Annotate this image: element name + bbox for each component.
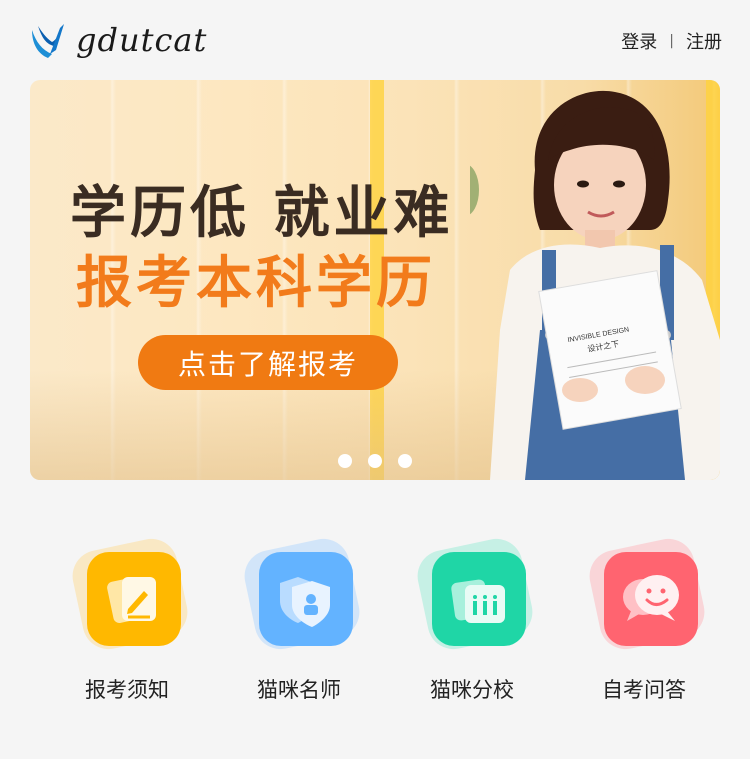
logo-text: gdutcat [76,21,208,59]
banner-slogan-primary: 学历低 就业难 [70,181,454,246]
carousel-dot[interactable] [368,454,382,468]
carousel-dot[interactable] [398,454,412,468]
feature-qa[interactable]: 自考问答 [574,534,714,710]
logo-mark-icon [32,24,64,58]
feature-exam-notice[interactable]: 报考须知 [57,534,197,710]
learn-more-button[interactable]: 点击了解报考 [138,335,398,390]
shield-user-icon [259,552,353,646]
feature-label: 猫咪分校 [430,678,514,702]
chat-bubble-icon [604,552,698,646]
feature-teachers[interactable]: 猫咪名师 [229,534,369,710]
feature-label: 自考问答 [602,678,686,702]
auth-links: 登录 | 注册 [621,28,722,54]
form-edit-icon [87,552,181,646]
banner-slogan-secondary: 报考本科学历 [76,251,436,316]
feature-branches[interactable]: 猫咪分校 [402,534,542,710]
feature-grid: 报考须知 猫咪名师 猫咪分校 自考问答 [0,534,750,710]
school-building-icon [432,552,526,646]
auth-separator: | [669,33,674,49]
feature-label: 猫咪名师 [257,678,341,702]
hero-banner[interactable]: 学历低 就业难 报考本科学历 点击了解报考 INVISIBLE DESIGN 设… [30,80,720,480]
register-link[interactable]: 注册 [686,28,722,54]
carousel-dot[interactable] [338,454,352,468]
feature-label: 报考须知 [85,678,169,702]
top-header: gdutcat 登录 | 注册 [0,0,750,80]
student-photo: INVISIBLE DESIGN 设计之下 [470,90,720,480]
logo[interactable]: gdutcat [28,18,207,62]
login-link[interactable]: 登录 [621,28,657,54]
carousel-dots [30,454,720,468]
